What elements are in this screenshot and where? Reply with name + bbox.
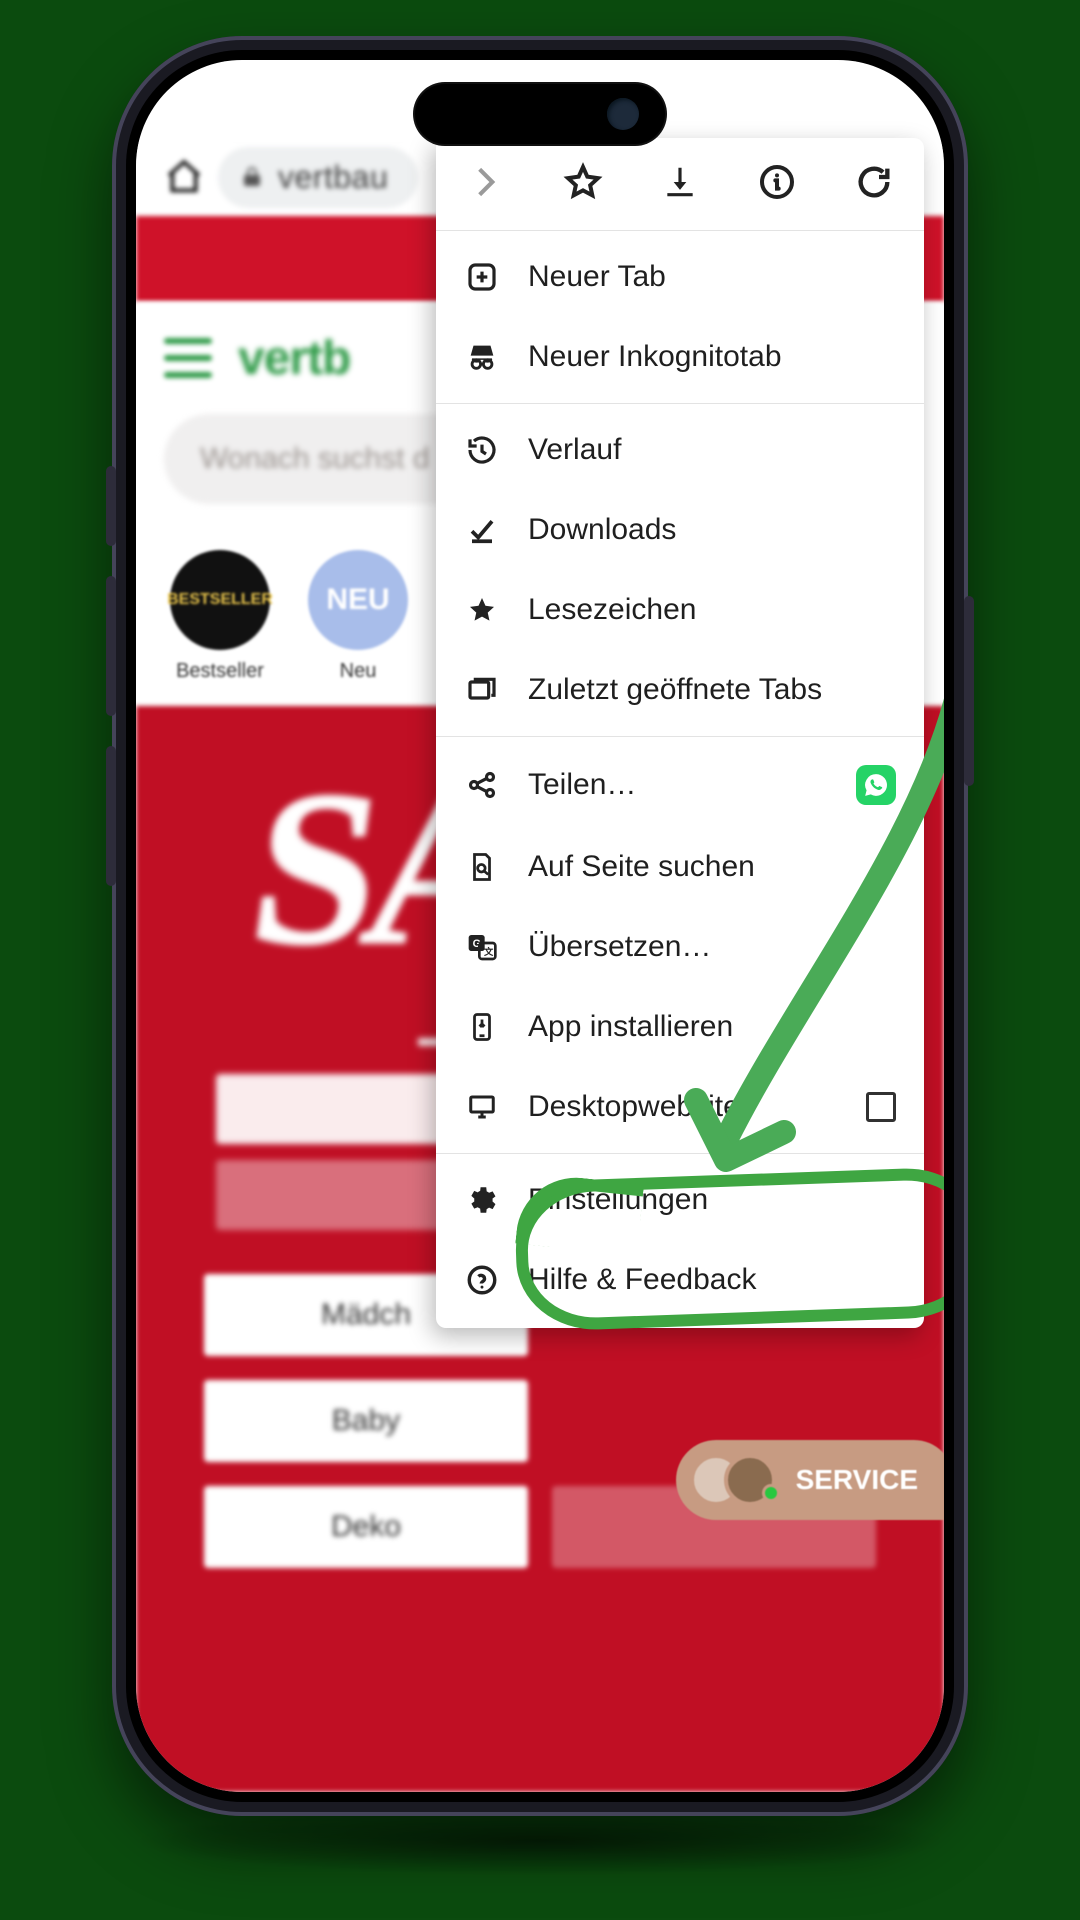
menu-label: Teilen…	[528, 768, 828, 802]
menu-install-app[interactable]: App installieren	[436, 987, 924, 1067]
menu-label: Einstellungen	[528, 1183, 896, 1217]
hamburger-icon[interactable]	[164, 338, 212, 378]
share-icon	[464, 767, 500, 803]
menu-find[interactable]: Auf Seite suchen	[436, 827, 924, 907]
menu-downloads[interactable]: Downloads	[436, 490, 924, 570]
story-badge: NEU	[308, 550, 408, 650]
phone-side-button	[106, 466, 116, 546]
menu-label: Lesezeichen	[528, 593, 896, 627]
menu-bookmarks[interactable]: Lesezeichen	[436, 570, 924, 650]
menu-label: Zuletzt geöffnete Tabs	[528, 673, 896, 707]
menu-label: Auf Seite suchen	[528, 850, 896, 884]
whatsapp-icon[interactable]	[856, 765, 896, 805]
service-chat-pill[interactable]: SERVICE	[676, 1440, 944, 1520]
menu-label: Hilfe & Feedback	[528, 1263, 896, 1297]
find-in-page-icon	[464, 849, 500, 885]
history-icon	[464, 432, 500, 468]
screen: vertbau S vertb Wonach suchst d BESTSELL…	[136, 60, 944, 1792]
menu-desktop-site[interactable]: Desktopwebsite	[436, 1067, 924, 1147]
menu-label: Downloads	[528, 513, 896, 547]
category-button[interactable]: Deko	[204, 1486, 528, 1568]
story-neu[interactable]: NEU Neu	[302, 550, 414, 683]
menu-label: Desktopwebsite	[528, 1090, 838, 1124]
menu-label: App installieren	[528, 1010, 896, 1044]
new-tab-icon	[464, 259, 500, 295]
service-avatars	[690, 1454, 780, 1506]
phone-frame: vertbau S vertb Wonach suchst d BESTSELL…	[112, 36, 968, 1816]
gear-icon	[464, 1182, 500, 1218]
phone-side-button	[964, 596, 974, 786]
svg-text:文: 文	[483, 946, 494, 957]
star-icon[interactable]	[561, 160, 605, 204]
phone-side-button	[106, 746, 116, 886]
address-bar[interactable]: vertbau	[218, 147, 418, 208]
menu-settings[interactable]: Einstellungen	[436, 1160, 924, 1240]
forward-icon[interactable]	[464, 160, 508, 204]
service-label: SERVICE	[796, 1464, 918, 1496]
download-icon[interactable]	[658, 160, 702, 204]
dynamic-island	[415, 84, 665, 144]
desktop-icon	[464, 1089, 500, 1125]
translate-icon: G文	[464, 929, 500, 965]
url-text: vertbau	[278, 159, 388, 196]
story-label: Neu	[302, 660, 414, 683]
menu-new-tab[interactable]: Neuer Tab	[436, 237, 924, 317]
reload-icon[interactable]	[852, 160, 896, 204]
browser-overflow-menu: Neuer Tab Neuer Inkognitotab Verlauf	[436, 138, 924, 1328]
bookmarks-star-icon	[464, 592, 500, 628]
story-badge: BESTSELLER	[170, 550, 270, 650]
help-icon	[464, 1262, 500, 1298]
menu-recent-tabs[interactable]: Zuletzt geöffnete Tabs	[436, 650, 924, 730]
menu-incognito[interactable]: Neuer Inkognitotab	[436, 317, 924, 397]
category-button[interactable]: Baby	[204, 1380, 528, 1462]
story-label: Bestseller	[164, 660, 276, 683]
online-dot-icon	[762, 1484, 780, 1502]
menu-history[interactable]: Verlauf	[436, 410, 924, 490]
menu-label: Neuer Inkognitotab	[528, 340, 896, 374]
downloads-check-icon	[464, 512, 500, 548]
menu-label: Verlauf	[528, 433, 896, 467]
menu-translate[interactable]: G文 Übersetzen…	[436, 907, 924, 987]
install-app-icon	[464, 1009, 500, 1045]
search-placeholder: Wonach suchst d	[200, 442, 430, 476]
brand-logo[interactable]: vertb	[238, 331, 350, 386]
incognito-icon	[464, 339, 500, 375]
story-bestseller[interactable]: BESTSELLER Bestseller	[164, 550, 276, 683]
desktop-site-checkbox[interactable]	[866, 1092, 896, 1122]
menu-action-row	[436, 138, 924, 224]
phone-side-button	[106, 576, 116, 716]
menu-label: Neuer Tab	[528, 260, 896, 294]
phone-shadow	[130, 1806, 950, 1876]
menu-share[interactable]: Teilen…	[436, 743, 924, 827]
recent-tabs-icon	[464, 672, 500, 708]
info-icon[interactable]	[755, 160, 799, 204]
menu-label: Übersetzen…	[528, 930, 896, 964]
home-icon[interactable]	[164, 157, 204, 197]
menu-help[interactable]: Hilfe & Feedback	[436, 1240, 924, 1320]
